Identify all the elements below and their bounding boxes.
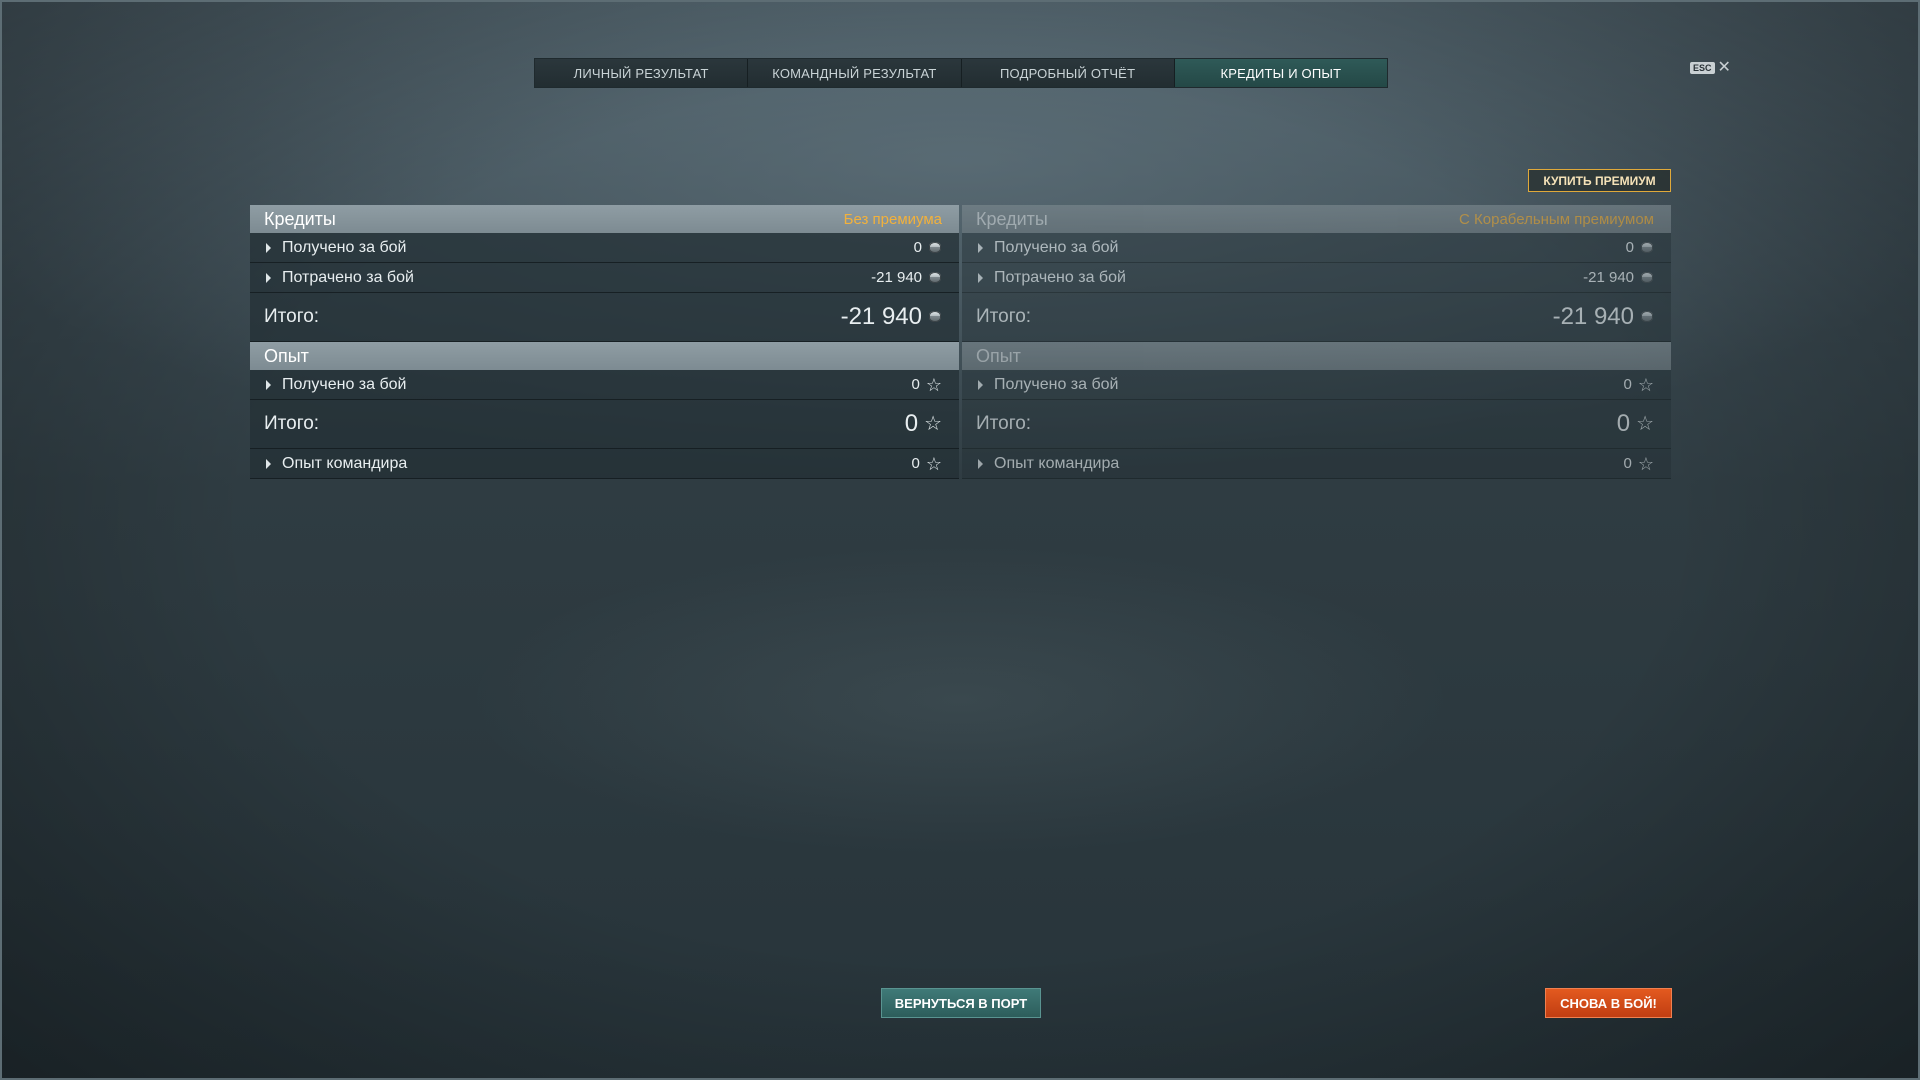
xp-earned-value: 0: [1623, 376, 1632, 393]
credits-total-row: Итого: -21 940: [962, 293, 1671, 342]
tab-detailed-report[interactable]: ПОДРОБНЫЙ ОТЧЁТ: [961, 59, 1175, 87]
credits-earned-value: 0: [913, 239, 922, 256]
xp-section-header: Опыт: [250, 342, 959, 370]
credit-coin-icon: [1640, 271, 1654, 285]
xp-section-header: Опыт: [962, 342, 1671, 370]
star-icon: ☆: [1637, 453, 1654, 474]
caret-right-icon: [978, 242, 983, 253]
battle-again-button[interactable]: СНОВА В БОЙ!: [1545, 988, 1672, 1018]
star-icon: ☆: [924, 413, 942, 435]
close-button[interactable]: ESC ✕: [1690, 59, 1731, 76]
xp-total-value: 0: [1616, 410, 1631, 437]
star-icon: ☆: [1637, 374, 1654, 395]
panel-without-premium: Кредиты Без премиума Получено за бой 0 П…: [250, 205, 959, 479]
credit-coin-icon: [1640, 310, 1654, 324]
credits-title: Кредиты: [264, 208, 336, 229]
xp-title: Опыт: [264, 345, 309, 366]
caret-right-icon: [266, 272, 271, 283]
credits-spent-value: -21 940: [1583, 269, 1634, 286]
credit-coin-icon: [928, 310, 942, 324]
xp-earned-row[interactable]: Получено за бой 0 ☆: [962, 370, 1671, 400]
credits-earned-row[interactable]: Получено за бой 0: [962, 233, 1671, 263]
xp-earned-label: Получено за бой: [282, 375, 407, 393]
xp-total-value: 0: [904, 410, 919, 437]
caret-right-icon: [266, 458, 271, 469]
credits-total-row: Итого: -21 940: [250, 293, 959, 342]
star-icon: ☆: [925, 374, 942, 395]
credit-coin-icon: [928, 271, 942, 285]
caret-right-icon: [978, 272, 983, 283]
buy-premium-button[interactable]: КУПИТЬ ПРЕМИУМ: [1528, 169, 1671, 192]
close-icon: ✕: [1717, 59, 1731, 76]
credits-total-label: Итого:: [264, 306, 320, 327]
esc-key-badge: ESC: [1690, 62, 1715, 74]
caret-right-icon: [978, 458, 983, 469]
commander-xp-label: Опыт командира: [282, 454, 408, 472]
premium-status-label: Без премиума: [843, 210, 942, 228]
star-icon: ☆: [925, 453, 942, 474]
xp-total-label: Итого:: [976, 413, 1032, 434]
tab-credits-and-xp[interactable]: КРЕДИТЫ И ОПЫТ: [1174, 59, 1387, 87]
commander-xp-label: Опыт командира: [994, 454, 1120, 472]
caret-right-icon: [266, 242, 271, 253]
commander-xp-value: 0: [911, 455, 920, 472]
premium-status-label: С Корабельным премиумом: [1459, 210, 1654, 228]
credits-earned-label: Получено за бой: [994, 238, 1119, 256]
tab-personal-result[interactable]: ЛИЧНЫЙ РЕЗУЛЬТАТ: [535, 59, 749, 87]
credits-earned-row[interactable]: Получено за бой 0: [250, 233, 959, 263]
panel-with-premium: Кредиты С Корабельным премиумом Получено…: [962, 205, 1671, 479]
credits-spent-label: Потрачено за бой: [282, 268, 414, 286]
tab-team-result[interactable]: КОМАНДНЫЙ РЕЗУЛЬТАТ: [748, 59, 962, 87]
credits-section-header: Кредиты С Корабельным премиумом: [962, 205, 1671, 233]
background-vignette: [0, 0, 1920, 1080]
credit-coin-icon: [1640, 241, 1654, 255]
credits-title: Кредиты: [976, 208, 1048, 229]
credit-coin-icon: [928, 241, 942, 255]
credits-total-value: -21 940: [840, 303, 922, 330]
star-icon: ☆: [1636, 413, 1654, 435]
credits-spent-label: Потрачено за бой: [994, 268, 1126, 286]
commander-xp-row[interactable]: Опыт командира 0 ☆: [250, 449, 959, 479]
credits-earned-value: 0: [1625, 239, 1634, 256]
xp-total-row: Итого: 0 ☆: [250, 400, 959, 449]
xp-total-label: Итого:: [264, 413, 320, 434]
caret-right-icon: [266, 379, 271, 390]
commander-xp-value: 0: [1623, 455, 1632, 472]
credits-total-value: -21 940: [1552, 303, 1634, 330]
xp-earned-label: Получено за бой: [994, 375, 1119, 393]
credits-spent-row[interactable]: Потрачено за бой -21 940: [962, 263, 1671, 293]
caret-right-icon: [978, 379, 983, 390]
return-to-port-button[interactable]: ВЕРНУТЬСЯ В ПОРТ: [881, 988, 1041, 1018]
result-tabs: ЛИЧНЫЙ РЕЗУЛЬТАТ КОМАНДНЫЙ РЕЗУЛЬТАТ ПОД…: [534, 58, 1388, 88]
window-frame: [0, 0, 1920, 1080]
credits-section-header: Кредиты Без премиума: [250, 205, 959, 233]
xp-earned-row[interactable]: Получено за бой 0 ☆: [250, 370, 959, 400]
credits-earned-label: Получено за бой: [282, 238, 407, 256]
xp-earned-value: 0: [911, 376, 920, 393]
xp-title: Опыт: [976, 345, 1021, 366]
commander-xp-row[interactable]: Опыт командира 0 ☆: [962, 449, 1671, 479]
xp-total-row: Итого: 0 ☆: [962, 400, 1671, 449]
credits-spent-row[interactable]: Потрачено за бой -21 940: [250, 263, 959, 293]
credits-spent-value: -21 940: [871, 269, 922, 286]
credits-total-label: Итого:: [976, 306, 1032, 327]
